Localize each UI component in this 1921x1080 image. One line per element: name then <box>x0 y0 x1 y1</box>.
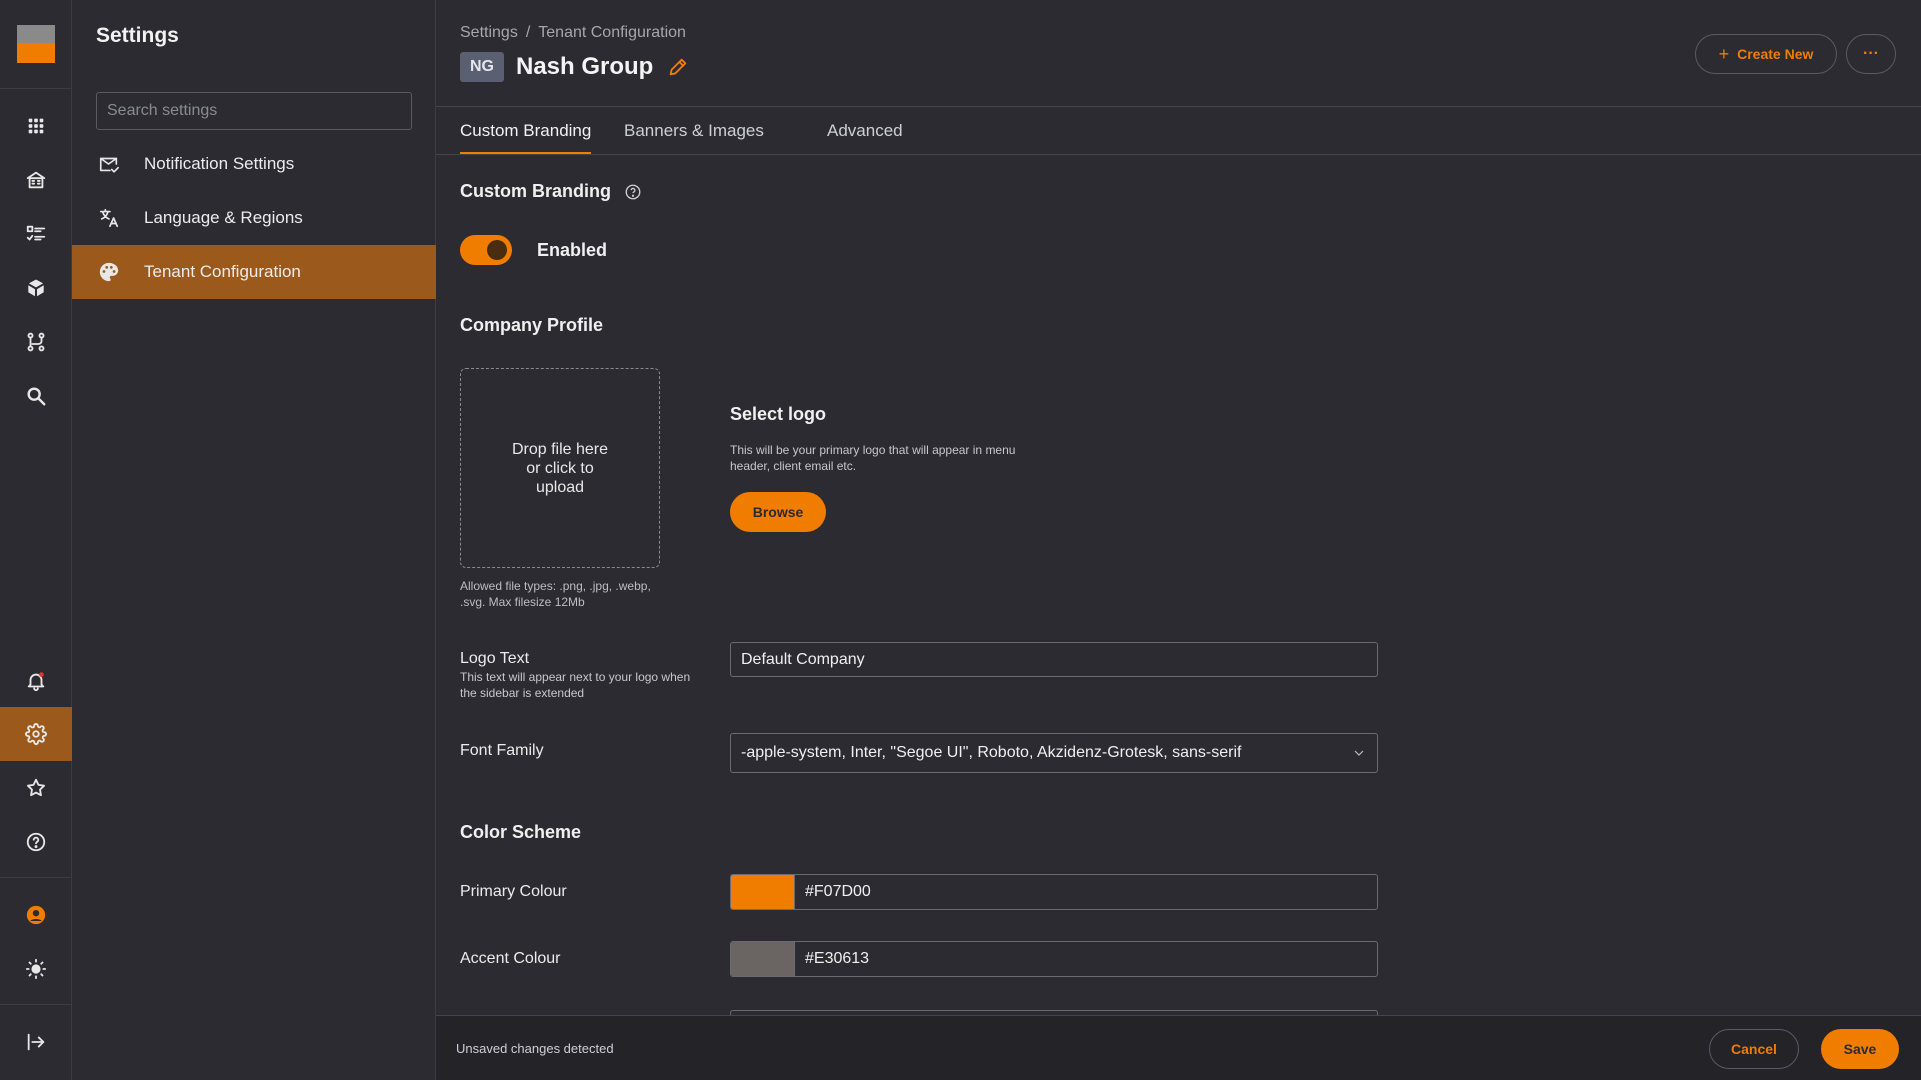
apps-grid-button[interactable] <box>0 99 72 153</box>
theme-sun-icon <box>25 958 47 980</box>
palette-icon <box>99 262 119 282</box>
font-family-value: -apple-system, Inter, "Segoe UI", Roboto… <box>741 744 1242 761</box>
apps-grid-icon <box>28 118 44 134</box>
workflow-button[interactable] <box>0 315 72 369</box>
title-row: NG Nash Group <box>460 52 689 82</box>
browse-button[interactable]: Browse <box>730 492 826 532</box>
breadcrumb-current: Tenant Configuration <box>538 24 686 41</box>
settings-gear-icon <box>25 723 47 745</box>
nav-item-language-regions[interactable]: Language & Regions <box>72 191 436 245</box>
more-options-button[interactable]: ··· <box>1846 34 1896 74</box>
app-logo[interactable] <box>17 25 55 63</box>
search-icon <box>27 387 46 406</box>
panel-title: Settings <box>96 24 179 47</box>
logout-button[interactable] <box>0 1015 72 1069</box>
unsaved-changes-bar: Unsaved changes detected Cancel Save <box>436 1015 1921 1080</box>
user-avatar-icon <box>26 905 46 925</box>
more-dots-icon: ··· <box>1863 45 1879 62</box>
rail-divider <box>0 1004 72 1005</box>
icon-rail <box>0 0 72 1080</box>
dropzone-text: Drop file here or click to upload <box>511 440 609 496</box>
primary-colour-input[interactable] <box>795 875 1377 909</box>
mail-check-icon <box>99 157 119 173</box>
section-title-custom-branding: Custom Branding <box>460 181 611 201</box>
unsaved-changes-message: Unsaved changes detected <box>456 1041 614 1056</box>
tabs-divider <box>436 154 1921 155</box>
tasks-button[interactable] <box>0 207 72 261</box>
pencil-icon <box>670 58 687 76</box>
logo-dropzone[interactable]: Drop file here or click to upload <box>460 368 660 568</box>
branding-enabled-toggle[interactable] <box>460 235 512 265</box>
help-button[interactable] <box>0 815 72 869</box>
accent-colour-swatch[interactable] <box>731 942 795 976</box>
cancel-button[interactable]: Cancel <box>1709 1029 1799 1069</box>
theme-toggle-button[interactable] <box>0 942 72 996</box>
cube-icon <box>27 278 45 298</box>
tenant-badge: NG <box>460 52 504 82</box>
rail-divider <box>0 88 72 89</box>
nav-item-tenant-configuration[interactable]: Tenant Configuration <box>72 245 436 299</box>
favorites-button[interactable] <box>0 761 72 815</box>
section-title-company-profile: Company Profile <box>460 315 604 335</box>
create-new-button[interactable]: + Create New <box>1695 34 1837 74</box>
nav-item-label: Tenant Configuration <box>144 262 301 281</box>
primary-colour-swatch[interactable] <box>731 875 795 909</box>
tab-advanced[interactable]: Advanced <box>827 108 903 154</box>
page-title: Nash Group <box>516 53 654 80</box>
help-circle-icon <box>26 832 46 852</box>
accent-colour-label: Accent Colour <box>460 950 561 967</box>
nav-item-notification-settings[interactable]: Notification Settings <box>72 137 436 191</box>
rail-divider <box>0 877 72 878</box>
nav-item-label: Notification Settings <box>144 154 295 173</box>
main-content: Settings / Tenant Configuration NG Nash … <box>436 0 1921 1080</box>
checklist-icon <box>26 225 46 241</box>
breadcrumb: Settings / Tenant Configuration <box>460 24 686 42</box>
create-new-label: Create New <box>1737 46 1814 62</box>
dropzone-hint: Allowed file types: .png, .jpg, .webp, .… <box>460 579 651 609</box>
logo-top-block <box>17 25 55 43</box>
nav-item-label: Language & Regions <box>144 208 303 227</box>
select-logo-title: Select logo <box>730 404 827 424</box>
settings-panel: Settings Notification Settings Language … <box>72 0 436 1080</box>
logo-text-label: Logo Text <box>460 650 530 667</box>
breadcrumb-settings[interactable]: Settings <box>460 24 518 42</box>
select-logo-description: This will be your primary logo that will… <box>730 443 1016 473</box>
logo-text-help: This text will appear next to your logo … <box>460 670 691 700</box>
header-divider <box>436 106 1921 107</box>
branding-help-button[interactable] <box>624 183 642 201</box>
search-button[interactable] <box>0 369 72 423</box>
save-button[interactable]: Save <box>1821 1029 1899 1069</box>
logout-icon <box>27 1033 45 1051</box>
translate-icon <box>99 208 119 228</box>
notification-bell-icon <box>27 672 45 692</box>
buildings-button[interactable] <box>0 153 72 207</box>
help-circle-icon <box>625 184 641 200</box>
plus-icon: + <box>1718 43 1730 64</box>
tab-banners-images[interactable]: Banners & Images <box>624 108 764 154</box>
workflow-icon <box>27 332 45 352</box>
star-icon <box>27 778 45 797</box>
primary-colour-label: Primary Colour <box>460 883 567 900</box>
primary-colour-field <box>730 874 1378 910</box>
products-button[interactable] <box>0 261 72 315</box>
edit-title-button[interactable] <box>667 56 689 78</box>
font-family-select[interactable]: -apple-system, Inter, "Segoe UI", Roboto… <box>730 733 1378 773</box>
toggle-knob <box>487 240 507 260</box>
chevron-down-icon <box>1354 750 1364 756</box>
building-icon <box>26 171 46 189</box>
accent-colour-field <box>730 941 1378 977</box>
logo-bottom-block <box>17 43 55 63</box>
accent-colour-input[interactable] <box>795 942 1377 976</box>
tab-custom-branding[interactable]: Custom Branding <box>460 108 592 154</box>
font-family-label: Font Family <box>460 742 544 759</box>
breadcrumb-separator: / <box>525 24 531 41</box>
user-profile-button[interactable] <box>0 888 72 942</box>
settings-search-input[interactable] <box>96 92 412 130</box>
notifications-button[interactable] <box>0 654 72 708</box>
section-title-color-scheme: Color Scheme <box>460 822 582 842</box>
toggle-label: Enabled <box>537 240 608 260</box>
logo-text-input[interactable] <box>730 642 1378 677</box>
settings-button[interactable] <box>0 707 72 761</box>
